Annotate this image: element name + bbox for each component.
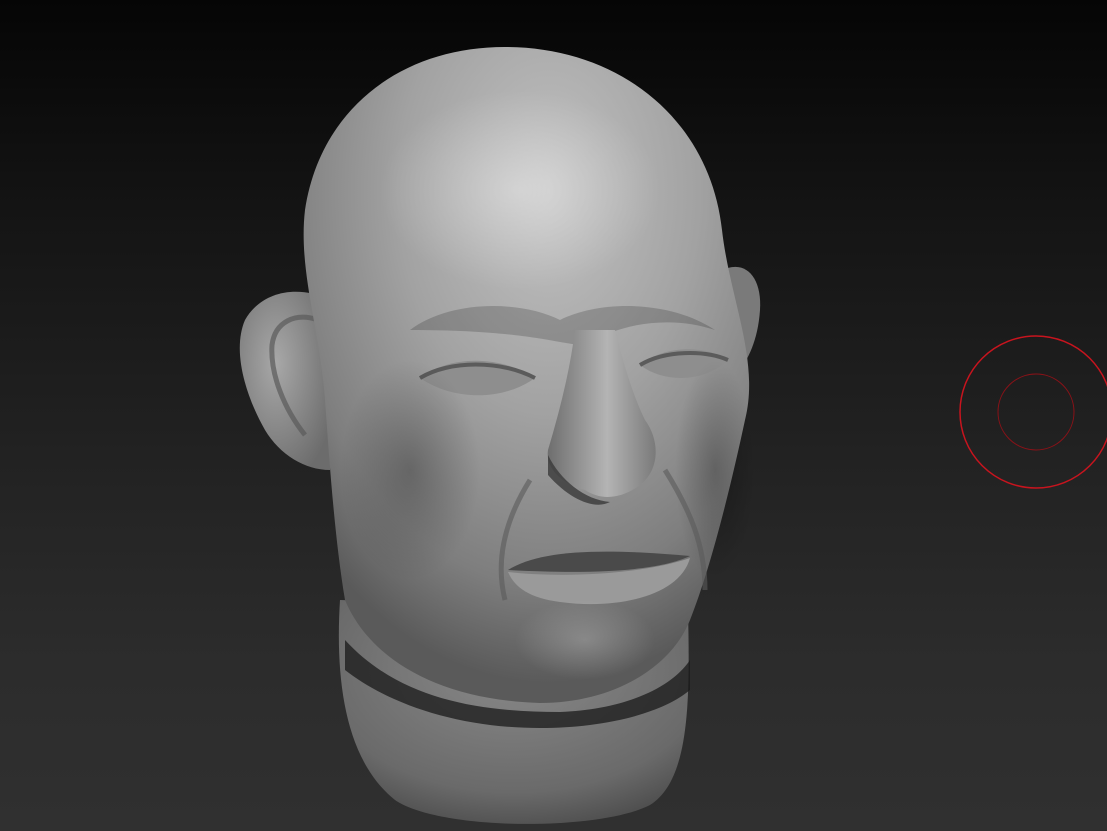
- right-cheek-shade: [675, 360, 755, 580]
- brush-cursor-icon: [959, 335, 1107, 489]
- brush-inner-ring: [997, 373, 1075, 451]
- chin-highlight: [515, 600, 655, 680]
- left-cheek-shade: [340, 360, 480, 580]
- sculpt-viewport[interactable]: [0, 0, 1107, 831]
- forehead-highlight: [380, 90, 660, 290]
- brush-outer-ring: [959, 335, 1107, 489]
- head-model[interactable]: [0, 0, 1107, 831]
